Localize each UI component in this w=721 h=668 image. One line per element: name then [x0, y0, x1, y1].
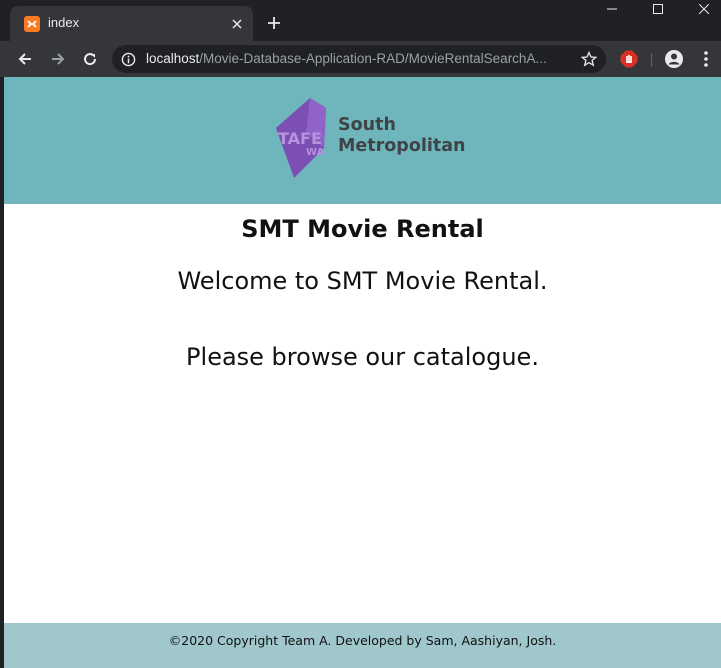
logo-text: South Metropolitan [338, 115, 465, 157]
page-title: SMT Movie Rental [241, 215, 484, 243]
reload-icon[interactable] [77, 46, 103, 72]
logo[interactable]: TAFE WA South Metropolitan [276, 98, 466, 180]
info-icon[interactable] [120, 51, 136, 67]
xampp-icon [24, 16, 40, 32]
arrow-right-icon[interactable] [45, 46, 71, 72]
url-text: localhost/Movie-Database-Application-RAD… [146, 51, 566, 66]
footer-copyright: ©2020 Copyright Team A. Developed by Sam… [168, 633, 557, 648]
address-bar[interactable]: localhost/Movie-Database-Application-RAD… [112, 45, 606, 73]
plus-icon[interactable] [260, 9, 288, 37]
site-footer: ©2020 Copyright Team A. Developed by Sam… [4, 623, 721, 668]
tab-strip: index [0, 0, 721, 41]
site-header: TAFE WA South Metropolitan [4, 77, 721, 204]
logo-line-2: Metropolitan [338, 136, 466, 156]
welcome-text: Welcome to SMT Movie Rental. [177, 267, 548, 295]
tafe-logo-mark: TAFE WA [276, 98, 326, 178]
star-icon[interactable] [580, 50, 598, 68]
close-icon[interactable] [227, 14, 247, 34]
toolbar-separator [651, 53, 652, 67]
account-icon[interactable] [663, 48, 685, 70]
toolbar: localhost/Movie-Database-Application-RAD… [0, 41, 721, 77]
kebab-menu-icon[interactable] [695, 48, 717, 70]
browser-chrome: index localhost/Movie-Database-Applicati… [0, 0, 721, 77]
maximize-icon[interactable] [635, 0, 681, 18]
browse-text: Please browse our catalogue. [186, 343, 539, 371]
tab-index[interactable]: index [10, 6, 253, 41]
minimize-icon[interactable] [589, 0, 635, 18]
stop-hand-icon[interactable] [618, 48, 640, 70]
window-close-icon[interactable] [681, 0, 721, 18]
page: TAFE WA South Metropolitan SMT Movie Ren… [4, 77, 721, 668]
tab-title: index [48, 15, 80, 30]
logo-line-1: South [338, 115, 396, 135]
url-path: /Movie-Database-Application-RAD/MovieRen… [199, 51, 547, 66]
arrow-left-icon[interactable] [12, 46, 38, 72]
logo-mark-text: TAFE [278, 129, 322, 148]
url-host: localhost [146, 51, 200, 66]
logo-mark-subtext: WA [306, 147, 325, 158]
